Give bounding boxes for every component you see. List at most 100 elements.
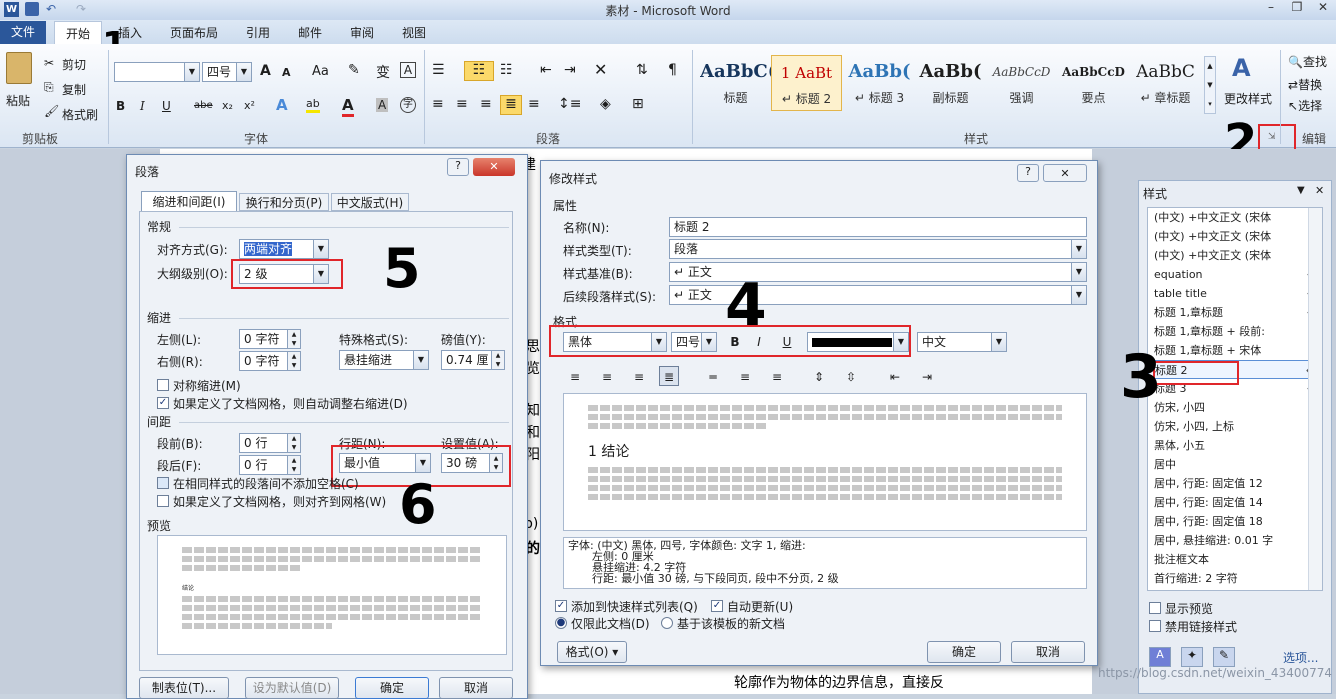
style-list-item[interactable]: 居中, 行距: 固定值 18 [1148,512,1322,531]
tab-asian-typography[interactable]: 中文版式(H) [331,193,409,211]
sort-icon[interactable]: ⇅ [636,62,648,78]
alignment-select[interactable]: 两端对齐 ▼ [239,239,329,259]
asian-layout-icon[interactable]: ✕ [594,60,607,79]
paste-icon[interactable] [6,52,32,84]
close-icon[interactable]: ✕ [1043,164,1087,182]
options-link[interactable]: 选项... [1283,649,1318,666]
align-right-icon[interactable]: ≡ [629,367,649,387]
auto-right-indent-checkbox[interactable]: ✓ [157,397,169,409]
shrink-font-icon[interactable]: A [282,66,291,79]
justify-icon[interactable]: ≣ [659,366,679,386]
style-chapter-title[interactable]: AaBbC ↵ 章标题 [1130,55,1201,111]
paste-button[interactable]: 粘贴 [6,92,30,109]
underline-button[interactable]: U [777,332,797,352]
borders-icon[interactable]: ⊞ [632,96,644,112]
style-list-item[interactable]: (中文) +中文正文 (宋体 [1148,246,1322,265]
set-default-button[interactable]: 设为默认值(D) [245,677,339,699]
style-list-item[interactable]: 居中, 悬挂缩进: 0.01 字 [1148,531,1322,550]
gallery-scroll[interactable]: ▲ ▼ ▾ [1204,56,1216,114]
close-icon[interactable]: ✕ [1310,0,1336,18]
style-list-item[interactable]: equation↵ [1148,265,1322,284]
font-select[interactable]: 黑体 ▼ [563,332,667,352]
copy-button[interactable]: 复制 [62,81,86,98]
new-style-icon[interactable]: A [1149,647,1171,667]
superscript-icon[interactable]: x² [244,99,255,112]
find-button[interactable]: 🔍查找 [1288,53,1327,70]
subscript-icon[interactable]: x₂ [222,99,233,112]
decrease-indent-icon[interactable]: ⇤ [885,367,905,387]
increase-spacing-icon[interactable]: ⇕ [809,367,829,387]
style-list-item[interactable]: 居中, 行距: 固定值 14 [1148,493,1322,512]
style-list-item[interactable]: 居中, 行距: 固定值 12 [1148,474,1322,493]
outline-level-select[interactable]: 2 级 ▼ [239,264,329,284]
style-subtitle[interactable]: AaBb(副标题 [915,55,986,111]
language-select[interactable]: 中文 ▼ [917,332,1007,352]
italic-icon[interactable]: I [140,99,145,113]
char-shading-icon[interactable]: A [376,98,389,112]
disable-linked-checkbox[interactable] [1149,620,1161,632]
special-format-select[interactable]: 悬挂缩进 ▼ [339,350,429,370]
no-space-checkbox[interactable] [157,477,169,489]
single-spacing-icon[interactable]: ═ [703,367,723,387]
by-spinner[interactable]: 0.74 厘 ▲ ▼ [441,350,505,370]
left-indent-spinner[interactable]: 0 字符 ▲ ▼ [239,329,301,349]
replace-button[interactable]: ⇄替换 [1288,76,1322,93]
snap-to-grid-checkbox[interactable] [157,495,169,507]
add-quick-style-checkbox[interactable]: ✓ [555,600,567,612]
align-left-icon[interactable]: ≡ [432,96,444,112]
line-spacing-icon[interactable]: ↕≡ [558,96,581,112]
size-select[interactable]: 四号 ▼ [671,332,717,352]
bold-button[interactable]: B [725,332,745,352]
style-list-item[interactable]: 仿宋, 小四 [1148,398,1322,417]
align-center-icon[interactable]: ≡ [456,96,468,112]
at-spinner[interactable]: 30 磅 ▲ ▼ [441,453,503,473]
right-indent-spinner[interactable]: 0 字符 ▲ ▼ [239,351,301,371]
space-after-spinner[interactable]: 0 行 ▲ ▼ [239,455,301,475]
multilevel-list-icon[interactable]: ☷ [500,62,513,78]
tab-line-page-breaks[interactable]: 换行和分页(P) [239,193,329,211]
styles-scrollbar[interactable] [1308,208,1322,590]
style-list-item[interactable]: 黑体, 小五 [1148,436,1322,455]
style-list-item[interactable]: 标题 1,章标题↵ [1148,303,1322,322]
minimize-icon[interactable]: – [1258,0,1284,18]
mirror-indent-checkbox[interactable] [157,379,169,391]
tab-view[interactable]: 视图 [402,24,426,41]
show-preview-checkbox[interactable] [1149,602,1161,614]
tab-file[interactable]: 文件 [0,21,46,44]
pane-menu-icon[interactable]: ▼ [1297,185,1305,196]
bold-icon[interactable]: B [116,99,125,113]
new-docs-radio[interactable] [661,617,673,629]
change-case-icon[interactable]: Aa [312,64,329,79]
italic-button[interactable]: I [749,332,769,352]
style-list-item[interactable]: (中文) +中文正文 (宋体 [1148,208,1322,227]
text-effects-icon[interactable]: A [276,96,288,114]
style-strong[interactable]: AaBbCcD 要点 [1058,55,1129,111]
format-painter-icon[interactable]: 🖌 [44,104,59,118]
font-name-combo[interactable]: ▼ [114,62,200,82]
tab-indent-spacing[interactable]: 缩进和间距(I) [141,191,237,211]
style-heading-3[interactable]: AaBb(↵ 标题 3 [844,55,915,111]
double-spacing-icon[interactable]: ≡ [767,367,787,387]
only-this-doc-radio[interactable]: ● [555,617,567,629]
copy-icon[interactable]: ⎘ [44,80,54,95]
style-list-item[interactable]: table title↵ [1148,284,1322,303]
style-heading-2[interactable]: 1 AaBt ↵ 标题 2 [771,55,842,111]
style-list-item[interactable]: 标题 1,章标题 + 宋体 [1148,341,1322,360]
decrease-indent-icon[interactable]: ⇤ [540,62,552,78]
strikethrough-icon[interactable]: abe [194,100,213,111]
tab-mailings[interactable]: 邮件 [298,24,322,41]
decrease-spacing-icon[interactable]: ⇳ [841,367,861,387]
char-border-icon[interactable]: A [400,62,416,78]
style-title[interactable]: AaBbC(标题 [700,55,771,111]
font-color-icon[interactable]: A [342,96,354,117]
tab-page-layout[interactable]: 页面布局 [170,24,218,41]
cancel-button[interactable]: 取消 [1011,641,1085,663]
cut-icon[interactable]: ✂ [44,56,54,70]
enclose-char-icon[interactable]: 字 [400,97,416,113]
style-list-item[interactable]: (中文) +中文正文 (宋体 [1148,227,1322,246]
style-list-item[interactable]: 标题 1,章标题 + 段前: [1148,322,1322,341]
style-emphasis[interactable]: AaBbCcD 强调 [986,55,1057,111]
help-icon[interactable]: ? [1017,164,1039,182]
grow-font-icon[interactable]: A [260,63,271,79]
font-size-combo[interactable]: 四号 ▼ [202,62,252,82]
